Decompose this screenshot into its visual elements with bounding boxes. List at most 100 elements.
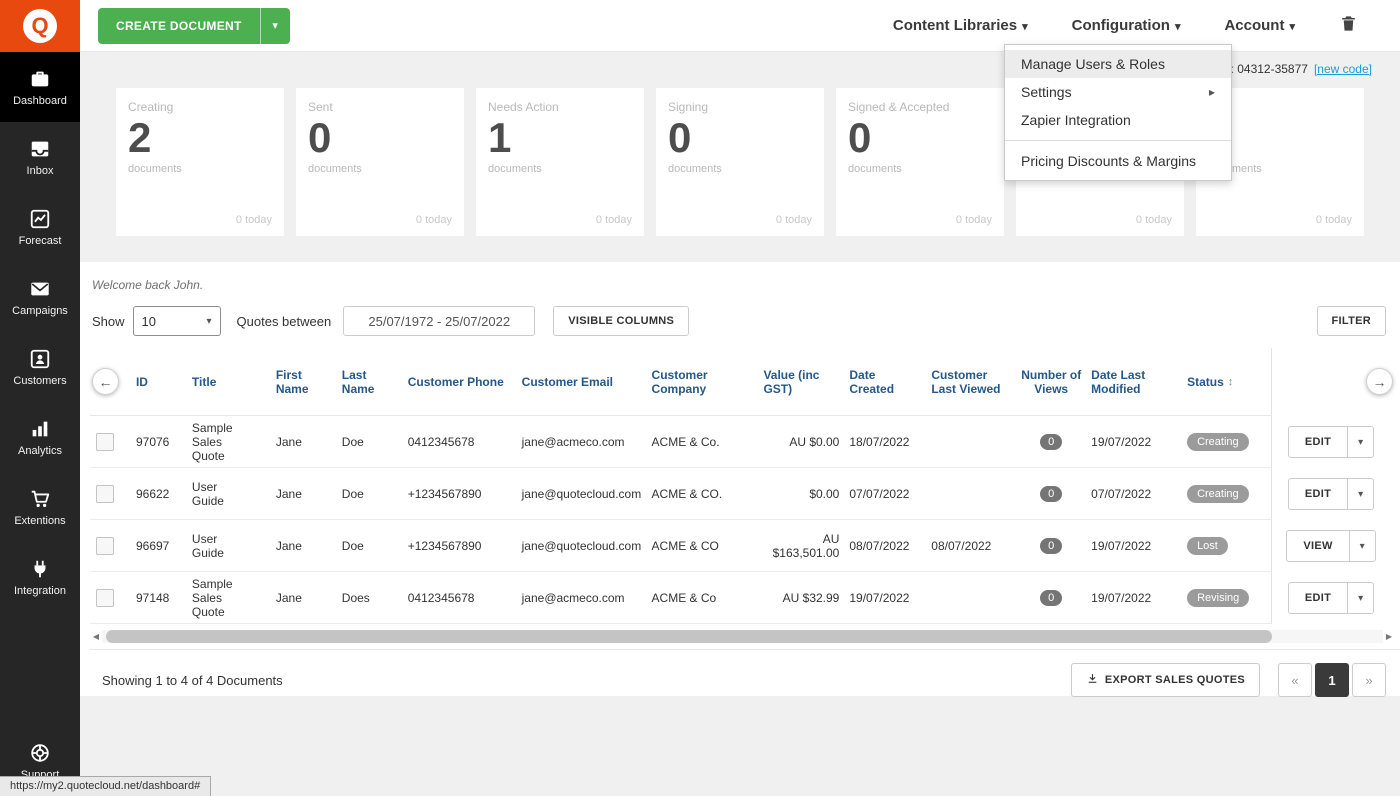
row-action-caret[interactable]: ▾ (1347, 427, 1373, 457)
card-unit: documents (848, 163, 902, 176)
header-first-name[interactable]: First Name (274, 366, 340, 398)
cell-date-modified: 19/07/2022 (1091, 538, 1152, 553)
cell-phone: +1234567890 (407, 538, 482, 553)
new-code-link[interactable]: [new code] (1314, 62, 1372, 76)
card-label: Signing (668, 100, 709, 114)
menu-item-label: Pricing Discounts & Margins (1021, 153, 1197, 169)
sidebar-item-integration[interactable]: Integration (0, 542, 80, 612)
header-date-created[interactable]: Date Created (847, 366, 929, 398)
page-size-select[interactable]: 10 ▾ (132, 306, 221, 336)
horizontal-scrollbar: ◀ ▶ (90, 629, 1395, 643)
sidebar-item-label: Integration (14, 584, 66, 597)
row-action-caret[interactable]: ▾ (1348, 531, 1375, 561)
sidebar-item-label: Inbox (26, 164, 54, 177)
row-checkbox[interactable] (96, 588, 114, 607)
cell-email: jane@acmeco.com (521, 434, 625, 449)
nav-account-label: Account (1224, 17, 1285, 34)
row-action-button[interactable]: EDIT (1289, 427, 1347, 457)
scrollbar-left-arrow[interactable]: ◀ (90, 632, 102, 641)
table-row: 96622 User Guide Jane Doe +1234567890 ja… (90, 468, 1400, 520)
table-row: 97148 Sample Sales Quote Jane Does 04123… (90, 572, 1400, 624)
table-scroll-right-button[interactable]: → (1366, 368, 1393, 395)
menu-item-settings[interactable]: Settings ▸ (1005, 78, 1231, 106)
menu-item-manage-users-roles[interactable]: Manage Users & Roles (1005, 50, 1231, 78)
cell-email: jane@quotecloud.com (521, 538, 642, 553)
cell-id: 96622 (135, 486, 170, 501)
app-logo[interactable]: Q (0, 0, 80, 52)
cell-company: ACME & CO (651, 538, 719, 553)
row-action-caret[interactable]: ▾ (1347, 479, 1373, 509)
cell-last-viewed (929, 440, 1017, 444)
header-value-inc-gst[interactable]: Value (inc GST) (761, 366, 847, 398)
row-action-caret[interactable]: ▾ (1347, 583, 1373, 613)
scrollbar-track[interactable] (102, 629, 1383, 643)
header-title[interactable]: Title (190, 373, 274, 391)
scrollbar-right-arrow[interactable]: ▶ (1383, 632, 1395, 641)
views-badge: 0 (1040, 433, 1063, 450)
trash-button[interactable] (1339, 14, 1358, 38)
pagination-page-1[interactable]: 1 (1315, 663, 1349, 697)
sidebar-item-dashboard[interactable]: Dashboard (0, 52, 80, 122)
header-id[interactable]: ID (134, 373, 190, 391)
header-customer-phone[interactable]: Customer Phone (406, 373, 520, 391)
row-checkbox[interactable] (96, 536, 114, 555)
sort-icon[interactable]: ↕ (1228, 376, 1234, 388)
header-customer-email[interactable]: Customer Email (520, 373, 650, 391)
header-status[interactable]: Status ↕ (1185, 373, 1271, 391)
row-action-group: EDIT ▾ (1287, 582, 1375, 614)
nav-account[interactable]: Account ▾ (1224, 17, 1295, 34)
cell-value: AU $32.99 (782, 590, 840, 605)
row-action-group: EDIT ▾ (1287, 478, 1375, 510)
table-row: 97076 Sample Sales Quote Jane Doe 041234… (90, 416, 1400, 468)
sidebar-item-analytics[interactable]: Analytics (0, 402, 80, 472)
sidebar-item-customers[interactable]: Customers (0, 332, 80, 402)
date-range-input[interactable] (343, 306, 536, 336)
person-icon (29, 348, 51, 370)
card-unit: documents (308, 163, 362, 176)
pagination-prev-button[interactable]: « (1278, 663, 1312, 697)
row-action-button[interactable]: EDIT (1289, 583, 1347, 613)
create-document-caret[interactable]: ▾ (259, 7, 290, 44)
cell-phone: +1234567890 (407, 486, 482, 501)
header-customer-company[interactable]: Customer Company (650, 366, 762, 398)
cell-first-name: Jane (275, 590, 302, 605)
header-date-last-modified[interactable]: Date Last Modified (1089, 366, 1185, 398)
sidebar-item-label: Extentions (14, 514, 66, 527)
documents-table: ← → ID Title First Name Last Name Custom… (90, 348, 1400, 697)
scrollbar-thumb[interactable] (106, 629, 1272, 643)
row-action-button[interactable]: EDIT (1289, 479, 1347, 509)
pagination: « 1 » (1278, 663, 1386, 697)
visible-columns-button[interactable]: VISIBLE COLUMNS (553, 306, 690, 336)
pagination-next-button[interactable]: » (1352, 663, 1386, 697)
menu-item-pricing-discounts-margins[interactable]: Pricing Discounts & Margins (1005, 147, 1231, 175)
sidebar-item-forecast[interactable]: Forecast (0, 192, 80, 262)
header-last-name[interactable]: Last Name (340, 366, 406, 398)
menu-divider (1005, 140, 1231, 141)
status-badge: Creating (1187, 432, 1249, 451)
nav-configuration[interactable]: Configuration ▾ (1072, 17, 1181, 34)
sidebar-item-label: Dashboard (13, 94, 67, 107)
nav-configuration-label: Configuration (1071, 17, 1170, 34)
row-action-button[interactable]: VIEW (1287, 531, 1348, 561)
sidebar-item-campaigns[interactable]: Campaigns (0, 262, 80, 332)
sidebar-item-extentions[interactable]: Extentions (0, 472, 80, 542)
header-number-of-views[interactable]: Number of Views (1017, 366, 1089, 398)
cell-value: $0.00 (809, 486, 840, 501)
table-scroll-left-button[interactable]: ← (92, 368, 119, 395)
chevron-down-icon: ▾ (1022, 21, 1028, 33)
chevron-down-icon: ▾ (1289, 21, 1295, 33)
menu-item-zapier-integration[interactable]: Zapier Integration (1005, 106, 1231, 134)
create-document-label[interactable]: CREATE DOCUMENT (98, 7, 260, 44)
sidebar-item-inbox[interactable]: Inbox (0, 122, 80, 192)
row-checkbox[interactable] (96, 432, 114, 451)
forecast-icon (29, 208, 51, 230)
create-document-button[interactable]: CREATE DOCUMENT ▾ (98, 7, 290, 44)
row-action-group: EDIT ▾ (1287, 426, 1375, 458)
cell-title: User Guide (191, 531, 224, 560)
card-value: 2 (128, 114, 152, 161)
header-customer-last-viewed[interactable]: Customer Last Viewed (929, 366, 1017, 398)
nav-content-libraries[interactable]: Content Libraries ▾ (893, 17, 1028, 34)
row-checkbox[interactable] (96, 484, 114, 503)
export-sales-quotes-button[interactable]: EXPORT SALES QUOTES (1070, 663, 1260, 697)
filter-button[interactable]: FILTER (1316, 306, 1386, 336)
